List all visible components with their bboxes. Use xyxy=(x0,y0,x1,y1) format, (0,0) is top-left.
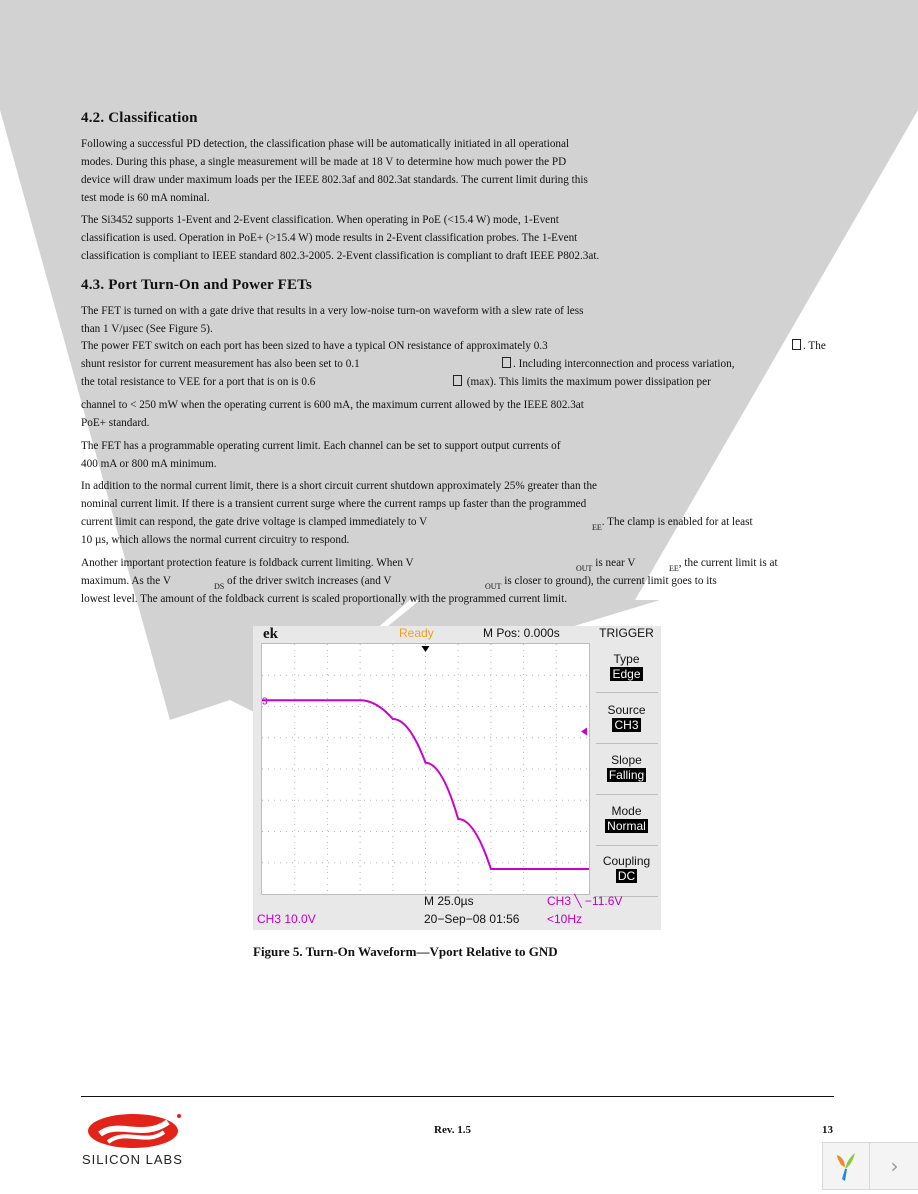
ohm-icon xyxy=(792,339,801,350)
trigger-label: Slope xyxy=(611,753,642,767)
oscilloscope-screenshot: ek Ready M Pos: 0.000s 3 TRIGGER Type Edg… xyxy=(253,626,661,930)
paragraph-line: PoE+ standard. xyxy=(81,417,150,429)
logo-text: SILICON LABS xyxy=(82,1152,183,1167)
text-run: . The clamp is enabled for at least xyxy=(601,516,753,528)
paragraph-line: classification is used. Operation in PoE… xyxy=(81,232,578,244)
scope-frequency: <10Hz xyxy=(547,912,583,926)
revision: Rev. 1.5 xyxy=(434,1124,471,1136)
trigger-level-marker xyxy=(581,727,587,736)
paragraph-line: In addition to the normal current limit,… xyxy=(81,480,598,492)
paragraph-line: current limit can respond, the gate driv… xyxy=(81,516,428,528)
silicon-labs-logo: SILICON LABS xyxy=(78,1112,188,1170)
paragraph-line: Following a successful PD detection, the… xyxy=(81,138,570,150)
page-nav-widget: › xyxy=(822,1142,918,1190)
paragraph-line: classification is compliant to IEEE stan… xyxy=(81,250,600,262)
trigger-label: Coupling xyxy=(602,854,651,868)
scope-trigger-readout: CH3 ╲ −11.6V xyxy=(547,894,623,908)
trigger-value: Edge xyxy=(610,667,643,681)
footer-rule xyxy=(81,1096,834,1097)
subscript: EE xyxy=(592,523,602,532)
text-run: is near V xyxy=(592,557,636,569)
subscript: OUT xyxy=(485,582,502,591)
paragraph-line: The power FET switch on each port has be… xyxy=(81,338,548,356)
scope-mpos: M Pos: 0.000s xyxy=(483,626,560,640)
paragraph-line: EE. The clamp is enabled for at least xyxy=(592,514,753,537)
subscript: DS xyxy=(214,582,225,591)
paragraph-line: 400 mA or 800 mA minimum. xyxy=(81,458,217,470)
trigger-value: Normal xyxy=(605,819,648,833)
paragraph-line: The FET is turned on with a gate drive t… xyxy=(81,305,584,317)
divider xyxy=(596,845,658,846)
trigger-source: Source CH3 xyxy=(592,703,661,732)
paragraph-line: test mode is 60 mA nominal. xyxy=(81,192,210,204)
scope-timebase: M 25.0µs xyxy=(424,894,474,908)
trigger-panel: TRIGGER Type Edge Source CH3 Slope Falling … xyxy=(592,626,661,908)
scope-graticule: 3 xyxy=(261,643,590,895)
paragraph-line: modes. During this phase, a single measu… xyxy=(81,156,567,168)
scope-brand: ek xyxy=(263,626,278,642)
section-heading-classification: 4.2. Classification xyxy=(81,110,198,126)
paragraph-line: . Including interconnection and process … xyxy=(500,356,735,374)
scope-datetime: 20−Sep−08 01:56 xyxy=(424,912,520,926)
app-logo-button[interactable] xyxy=(823,1143,870,1189)
paragraph-line: lowest level. The amount of the foldback… xyxy=(81,593,568,605)
waveform-plot: 3 xyxy=(261,644,589,894)
text-run: of the driver switch increases (and V xyxy=(224,575,392,587)
trigger-slope: Slope Falling xyxy=(592,753,661,782)
text-run: The power FET switch on each port has be… xyxy=(81,340,548,352)
paragraph-line: the total resistance to VEE for a port t… xyxy=(81,376,316,388)
trigger-label: Source xyxy=(607,703,646,717)
text-run: (max). This limits the maximum power dis… xyxy=(464,376,711,388)
waveform-trace xyxy=(261,699,589,870)
text-run: , the current limit is at xyxy=(678,557,778,569)
next-page-button[interactable]: › xyxy=(870,1143,918,1189)
paragraph-line: (max). This limits the maximum power dis… xyxy=(451,374,711,392)
paragraph-line: device will draw under maximum loads per… xyxy=(81,174,588,186)
trigger-value: CH3 xyxy=(612,718,641,732)
trigger-label: Mode xyxy=(611,804,642,818)
divider xyxy=(596,692,658,693)
scope-channel-scale: CH3 10.0V xyxy=(257,912,316,926)
paragraph-line: The FET has a programmable operating cur… xyxy=(81,440,561,452)
scope-status: Ready xyxy=(399,626,434,640)
paragraph-line: Another important protection feature is … xyxy=(81,557,414,569)
trigger-title: TRIGGER xyxy=(599,626,654,640)
paragraph-line: nominal current limit. If there is a tra… xyxy=(81,498,587,510)
subscript: OUT xyxy=(576,564,593,573)
paragraph-line: maximum. As the V xyxy=(81,575,171,587)
text-run: . The xyxy=(803,340,826,352)
paragraph-line: 10 µs, which allows the normal current c… xyxy=(81,534,350,546)
trigger-value: DC xyxy=(615,869,638,883)
trigger-mode: Mode Normal xyxy=(592,804,661,833)
chevron-right-icon: › xyxy=(890,1154,899,1178)
text-run: . Including interconnection and process … xyxy=(513,358,735,370)
ohm-icon xyxy=(502,357,511,368)
divider xyxy=(596,743,658,744)
paragraph-line: channel to < 250 mW when the operating c… xyxy=(81,399,584,411)
trigger-type: Type Edge xyxy=(592,652,661,681)
trigger-coupling: Coupling DC xyxy=(592,854,661,883)
paragraph-line: The Si3452 supports 1-Event and 2-Event … xyxy=(81,214,559,226)
page-number: 13 xyxy=(822,1124,833,1136)
section-heading-port-turn-on: 4.3. Port Turn-On and Power FETs xyxy=(81,277,313,293)
channel-marker: 3 xyxy=(262,696,268,707)
divider xyxy=(596,794,658,795)
paragraph-line: . The xyxy=(790,338,826,356)
app-logo-icon xyxy=(837,1153,855,1181)
trigger-position-marker xyxy=(421,646,430,652)
trigger-value: Falling xyxy=(606,768,647,782)
paragraph-line: than 1 V/µsec (See Figure 5). xyxy=(81,323,213,335)
figure-caption: Figure 5. Turn-On Waveform—Vport Relativ… xyxy=(253,944,558,959)
document-page: 4.2. Classification Following a successf… xyxy=(0,0,918,1190)
paragraph-line: shunt resistor for current measurement h… xyxy=(81,358,360,370)
ohm-icon xyxy=(453,375,462,386)
text-run: is closer to ground), the current limit … xyxy=(501,575,717,587)
trigger-label: Type xyxy=(613,652,640,666)
subscript: EE xyxy=(669,564,679,573)
